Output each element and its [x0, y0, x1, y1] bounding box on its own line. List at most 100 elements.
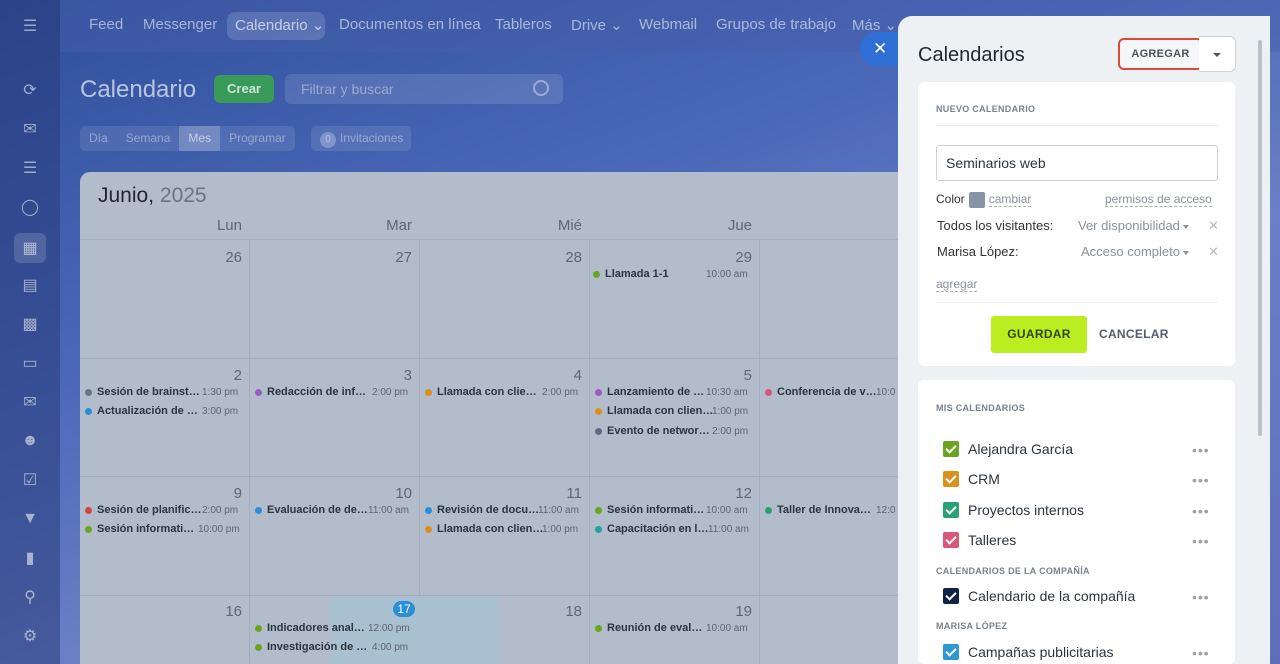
day-number[interactable]: 16 — [212, 603, 242, 620]
more-options-icon[interactable]: ••• — [1192, 645, 1210, 661]
calendar-event[interactable]: Taller de Innova… 12:0 — [765, 504, 905, 516]
calendar-item[interactable]: Alejandra García — [943, 441, 1073, 457]
change-color-link[interactable]: cambiar — [988, 192, 1032, 208]
more-options-icon[interactable]: ••• — [1192, 533, 1210, 549]
day-number[interactable]: 19 — [722, 603, 752, 620]
drive-icon[interactable]: ▭ — [18, 351, 42, 375]
feed-icon[interactable]: ☰ — [18, 156, 42, 180]
calendar-event[interactable]: Sesión de planific… 2:00 pm — [85, 504, 245, 516]
calendar-event[interactable]: Redacción de inf… 2:00 pm — [255, 386, 415, 398]
calendar-event[interactable]: Sesión informati… 10:00 am — [595, 504, 755, 516]
filter-icon[interactable]: ▼ — [18, 507, 42, 531]
nav-drive[interactable]: Drive ⌄ — [571, 16, 623, 34]
contacts-icon[interactable]: ☻ — [18, 429, 42, 453]
calendar-item[interactable]: Talleres — [943, 532, 1016, 548]
nav-documentos[interactable]: Documentos en línea — [339, 16, 481, 33]
more-options-icon[interactable]: ••• — [1192, 503, 1210, 519]
permission-level-select[interactable]: Ver disponibilidad — [1078, 218, 1189, 233]
checkbox[interactable] — [943, 532, 959, 548]
calendar-name-input[interactable]: Seminarios web — [936, 145, 1218, 181]
settings-icon[interactable]: ⚙ — [18, 624, 42, 648]
save-button[interactable]: GUARDAR — [991, 316, 1087, 353]
menu-icon[interactable]: ☰ — [18, 14, 42, 38]
tasks-icon[interactable]: ☑ — [18, 468, 42, 492]
search-input[interactable]: Filtrar y buscar — [285, 74, 563, 104]
day-number[interactable]: 26 — [212, 249, 242, 266]
add-permission-link[interactable]: agregar — [936, 277, 978, 292]
cancel-button[interactable]: CANCELAR — [1099, 327, 1169, 341]
activity-icon[interactable]: ⟳ — [18, 78, 42, 102]
nav-feed[interactable]: Feed — [89, 16, 123, 33]
day-number[interactable]: 27 — [382, 249, 412, 266]
day-number[interactable]: 2 — [212, 367, 242, 384]
more-options-icon[interactable]: ••• — [1192, 472, 1210, 488]
add-options-button[interactable] — [1199, 36, 1236, 72]
calendar-icon[interactable]: ▦ — [14, 233, 46, 263]
access-permissions-link[interactable]: permisos de acceso — [1105, 192, 1212, 207]
day-number[interactable]: 29 — [722, 249, 752, 266]
calendar-event[interactable]: Llamada con clie… 2:00 pm — [425, 386, 585, 398]
create-button[interactable]: Crear — [214, 75, 274, 103]
checkbox[interactable] — [943, 588, 959, 604]
calendar-event[interactable]: Lanzamiento de … 10:30 am — [595, 386, 755, 398]
day-number[interactable]: 12 — [722, 485, 752, 502]
checkbox[interactable] — [943, 644, 959, 660]
chat-icon[interactable]: ✉ — [18, 117, 42, 141]
day-number[interactable]: 4 — [552, 367, 582, 384]
calendar-event[interactable]: Evaluación de de… 11:00 am — [255, 504, 415, 516]
checkbox[interactable] — [943, 502, 959, 518]
invitations-button[interactable]: 0 Invitaciones — [311, 126, 411, 151]
calendar-event[interactable]: Revisión de docu… 11:00 am — [425, 504, 585, 516]
calendar-event[interactable]: Conferencia de v… 10:0 — [765, 386, 905, 398]
calendar-event[interactable]: Sesión de brainst… 1:30 pm — [85, 386, 245, 398]
analytics-icon[interactable]: ▮ — [18, 546, 42, 570]
close-panel-button[interactable]: ✕ — [860, 32, 898, 66]
day-number[interactable]: 18 — [552, 603, 582, 620]
add-calendar-button[interactable]: AGREGAR — [1118, 38, 1203, 70]
group-icon[interactable]: ◯ — [18, 195, 42, 219]
day-number[interactable]: 9 — [212, 485, 242, 502]
day-number[interactable]: 11 — [552, 485, 582, 502]
cart-icon[interactable]: ⚲ — [18, 585, 42, 609]
more-options-icon[interactable]: ••• — [1192, 442, 1210, 458]
nav-messenger[interactable]: Messenger — [143, 16, 217, 33]
nav-webmail[interactable]: Webmail — [639, 16, 697, 33]
document-icon[interactable]: ▤ — [18, 273, 42, 297]
scrollbar[interactable] — [1258, 40, 1262, 436]
calendar-item[interactable]: Campañas publicitarias — [943, 644, 1114, 660]
remove-permission-icon[interactable]: ✕ — [1208, 218, 1219, 234]
mail-icon[interactable]: ✉ — [18, 390, 42, 414]
calendar-event[interactable]: Evento de networ… 2:00 pm — [595, 425, 755, 437]
calendar-event[interactable]: Indicadores anal… 12:00 pm — [255, 622, 415, 634]
calendar-event[interactable]: Llamada con clien… 1:00 pm — [425, 523, 585, 535]
tab-programar[interactable]: Programar — [220, 126, 295, 151]
permission-level-select[interactable]: Acceso completo — [1081, 244, 1189, 259]
day-number[interactable]: 10 — [382, 485, 412, 502]
calendar-event[interactable]: Actualización de … 3:00 pm — [85, 405, 245, 417]
tab-semana[interactable]: Semana — [117, 126, 180, 151]
nav-tableros[interactable]: Tableros — [495, 16, 552, 33]
calendar-event[interactable]: Llamada 1-1 10:00 am — [593, 268, 753, 280]
more-options-icon[interactable]: ••• — [1192, 589, 1210, 605]
day-number[interactable]: 28 — [552, 249, 582, 266]
calendar-item[interactable]: Calendario de la compañía — [943, 588, 1135, 604]
day-number[interactable]: 3 — [382, 367, 412, 384]
calendar-event[interactable]: Llamada con clien… 1:00 pm — [595, 405, 755, 417]
calendar-event[interactable]: Sesión informati… 10:00 pm — [85, 523, 245, 535]
checkbox[interactable] — [943, 441, 959, 457]
calendar-event[interactable]: Capacitación en l… 11:00 am — [595, 523, 755, 535]
calendar-item[interactable]: Proyectos internos — [943, 502, 1084, 518]
day-number[interactable]: 5 — [722, 367, 752, 384]
board-icon[interactable]: ▩ — [18, 312, 42, 336]
calendar-event[interactable]: Reunión de eval… 10:00 am — [595, 622, 755, 634]
today-badge[interactable]: 17 — [393, 601, 415, 617]
tab-dia[interactable]: Día — [80, 126, 117, 151]
calendar-item[interactable]: CRM — [943, 471, 1000, 487]
nav-grupos[interactable]: Grupos de trabajo — [716, 16, 836, 33]
remove-permission-icon[interactable]: ✕ — [1208, 244, 1219, 260]
checkbox[interactable] — [943, 471, 959, 487]
nav-calendario[interactable]: Calendario ⌄ — [227, 12, 325, 40]
calendar-event[interactable]: Investigación de … 4:00 pm — [255, 641, 415, 653]
color-swatch[interactable] — [968, 192, 985, 208]
tab-mes[interactable]: Mes — [179, 126, 221, 151]
